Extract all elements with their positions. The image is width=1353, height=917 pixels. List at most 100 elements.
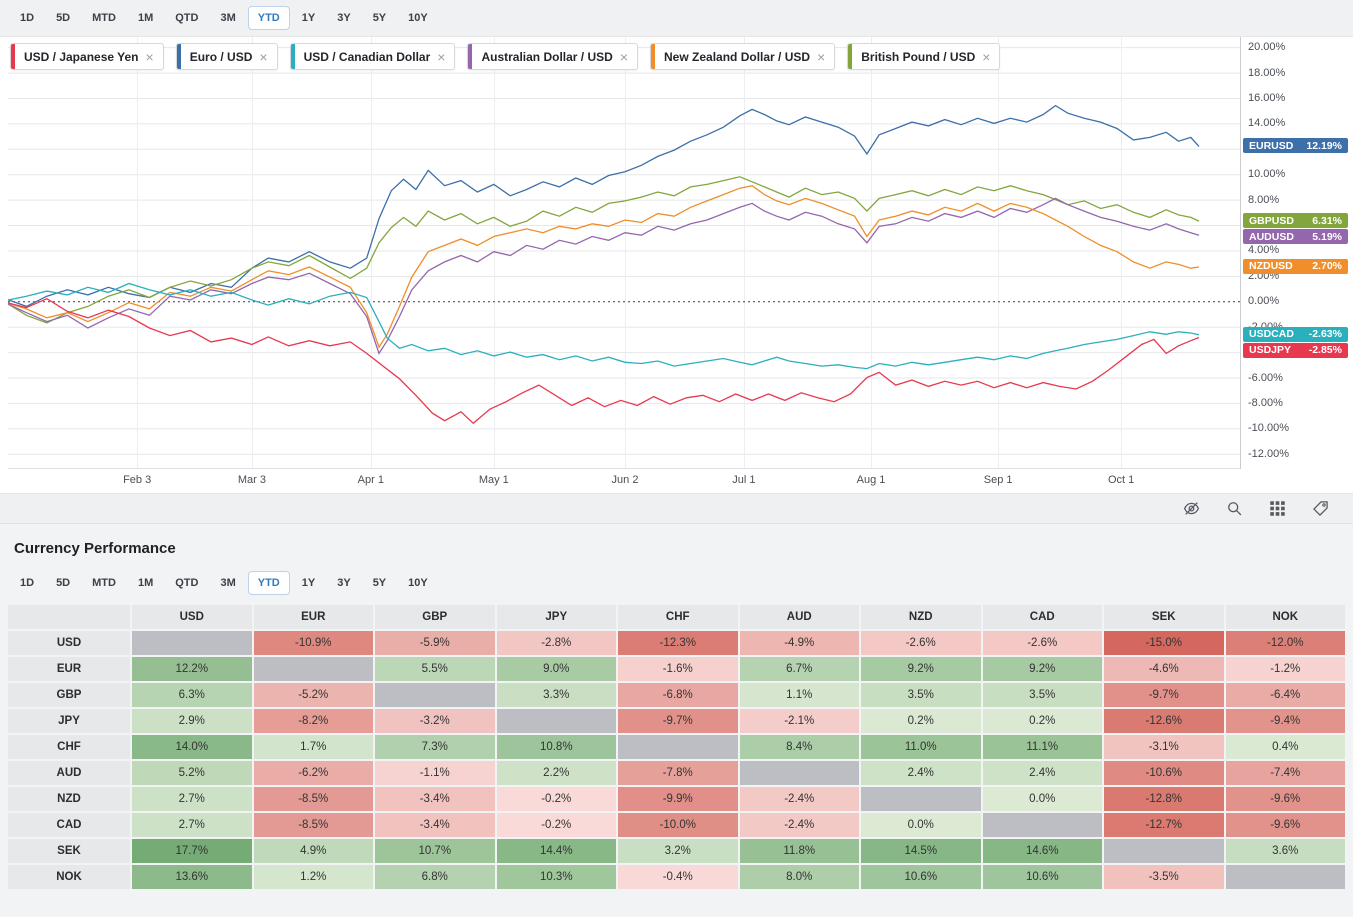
row-header-jpy: JPY	[8, 709, 130, 733]
perf-cell-jpy-cad: 0.2%	[982, 709, 1102, 733]
x-axis-tick: Oct 1	[1107, 474, 1135, 486]
y-axis-tick: 20.00%	[1248, 41, 1286, 54]
perf-cell-aud-gbp: -1.1%	[375, 761, 495, 785]
perf-cell-nzd-nok: -9.6%	[1225, 787, 1345, 811]
badge-ticker: AUDUSD	[1249, 230, 1294, 243]
perf-cell-gbp-aud: 1.1%	[739, 683, 859, 707]
close-icon[interactable]: ×	[617, 49, 637, 65]
close-icon[interactable]: ×	[143, 49, 163, 65]
series-line-nzdusd	[8, 185, 1200, 349]
row-header-eur: EUR	[8, 657, 130, 681]
row-header-gbp: GBP	[8, 683, 130, 707]
perf-cell-usd-sek: -15.0%	[1104, 631, 1224, 655]
price-chart-plot[interactable]: USD / Japanese Yen × Euro / USD × USD / Cana…	[8, 37, 1240, 493]
range-button-3y[interactable]: 3Y	[327, 571, 360, 595]
perf-cell-usd-aud: -4.9%	[739, 631, 859, 655]
y-axis-tick: 8.00%	[1248, 193, 1280, 206]
range-button-1m[interactable]: 1M	[128, 6, 163, 30]
y-axis[interactable]: 20.00%18.00%16.00%14.00%12.00%10.00%8.00…	[1240, 37, 1353, 469]
column-header-jpy: JPY	[496, 605, 616, 629]
perf-cell-sek-gbp: 10.7%	[375, 839, 495, 863]
badge-ticker: USDCAD	[1249, 328, 1294, 341]
series-chip[interactable]: USD / Japanese Yen ×	[10, 43, 164, 70]
range-button-5d[interactable]: 5D	[46, 571, 80, 595]
range-button-10y[interactable]: 10Y	[398, 6, 438, 30]
series-chip-label: New Zealand Dollar / USD	[664, 49, 811, 64]
perf-cell-chf-chf	[618, 735, 738, 759]
series-chip[interactable]: USD / Canadian Dollar ×	[289, 43, 456, 70]
perf-cell-aud-nok: -7.4%	[1225, 761, 1345, 785]
chart-range-toolbar: 1D 5D MTD 1M QTD 3M YTD 1Y 3Y 5Y 10Y	[0, 0, 1353, 37]
close-icon[interactable]: ×	[814, 49, 834, 65]
perf-cell-nok-aud: 8.0%	[739, 865, 859, 889]
range-button-1d[interactable]: 1D	[10, 6, 44, 30]
perf-cell-chf-eur: 1.7%	[253, 735, 373, 759]
perf-cell-jpy-aud: -2.1%	[739, 709, 859, 733]
range-button-5d[interactable]: 5D	[46, 6, 80, 30]
y-axis-tick: 10.00%	[1248, 168, 1286, 181]
y-axis-tick: -8.00%	[1248, 396, 1283, 409]
perf-cell-chf-cad: 11.1%	[982, 735, 1102, 759]
close-icon[interactable]: ×	[256, 49, 276, 65]
perf-cell-eur-cad: 9.2%	[982, 657, 1102, 681]
range-button-3m[interactable]: 3M	[210, 6, 245, 30]
perf-cell-jpy-jpy	[496, 709, 616, 733]
series-chips-row: USD / Japanese Yen × Euro / USD × USD / Cana…	[10, 43, 1001, 70]
perf-cell-eur-gbp: 5.5%	[375, 657, 495, 681]
perf-cell-eur-chf: -1.6%	[618, 657, 738, 681]
range-button-1y[interactable]: 1Y	[292, 571, 325, 595]
perf-cell-chf-nzd: 11.0%	[861, 735, 981, 759]
y-axis-tick: 14.00%	[1248, 117, 1286, 130]
row-header-chf: CHF	[8, 735, 130, 759]
series-chip[interactable]: Australian Dollar / USD ×	[467, 43, 639, 70]
range-button-qtd[interactable]: QTD	[165, 571, 208, 595]
range-button-5y[interactable]: 5Y	[363, 6, 396, 30]
perf-cell-aud-jpy: 2.2%	[496, 761, 616, 785]
perf-cell-chf-jpy: 10.8%	[496, 735, 616, 759]
x-axis-tick: Mar 3	[237, 474, 266, 486]
perf-cell-cad-cad	[982, 813, 1102, 837]
perf-cell-gbp-jpy: 3.3%	[496, 683, 616, 707]
range-button-3m[interactable]: 3M	[210, 571, 245, 595]
perf-cell-jpy-nzd: 0.2%	[861, 709, 981, 733]
series-chip[interactable]: New Zealand Dollar / USD ×	[650, 43, 836, 70]
tag-icon[interactable]	[1312, 500, 1329, 517]
last-price-badge-audusd: AUDUSD 5.19%	[1243, 229, 1348, 245]
last-price-badge-gbpusd: GBPUSD 6.31%	[1243, 213, 1348, 229]
table-corner-cell	[8, 605, 130, 629]
range-button-mtd[interactable]: MTD	[82, 571, 126, 595]
perf-cell-jpy-nok: -9.4%	[1225, 709, 1345, 733]
range-button-qtd[interactable]: QTD	[165, 6, 208, 30]
perf-cell-chf-nok: 0.4%	[1225, 735, 1345, 759]
range-button-1y[interactable]: 1Y	[292, 6, 325, 30]
line-chart[interactable]	[8, 37, 1240, 469]
close-icon[interactable]: ×	[979, 49, 999, 65]
y-axis-tick: 0.00%	[1248, 295, 1280, 308]
perf-cell-nzd-gbp: -3.4%	[375, 787, 495, 811]
perf-cell-aud-chf: -7.8%	[618, 761, 738, 785]
perf-cell-nok-nzd: 10.6%	[861, 865, 981, 889]
range-button-ytd[interactable]: YTD	[247, 6, 290, 30]
range-button-ytd[interactable]: YTD	[247, 571, 290, 595]
perf-cell-nok-chf: -0.4%	[618, 865, 738, 889]
perf-cell-sek-cad: 14.6%	[982, 839, 1102, 863]
perf-cell-nzd-sek: -12.8%	[1104, 787, 1224, 811]
range-button-1m[interactable]: 1M	[128, 571, 163, 595]
series-chip[interactable]: Euro / USD ×	[175, 43, 278, 70]
range-button-5y[interactable]: 5Y	[363, 571, 396, 595]
close-icon[interactable]: ×	[434, 49, 454, 65]
last-price-badge-usdjpy: USDJPY -2.85%	[1243, 342, 1348, 358]
zoom-icon[interactable]	[1226, 500, 1243, 517]
perf-cell-usd-chf: -12.3%	[618, 631, 738, 655]
range-button-1d[interactable]: 1D	[10, 571, 44, 595]
y-axis-tick: 4.00%	[1248, 244, 1280, 257]
perf-cell-nok-usd: 13.6%	[132, 865, 252, 889]
perf-cell-gbp-cad: 3.5%	[982, 683, 1102, 707]
column-header-nok: NOK	[1225, 605, 1345, 629]
grid-view-icon[interactable]	[1269, 500, 1286, 517]
hide-lines-icon[interactable]	[1183, 500, 1200, 517]
range-button-10y[interactable]: 10Y	[398, 571, 438, 595]
range-button-mtd[interactable]: MTD	[82, 6, 126, 30]
series-chip[interactable]: British Pound / USD ×	[847, 43, 1001, 70]
range-button-3y[interactable]: 3Y	[327, 6, 360, 30]
